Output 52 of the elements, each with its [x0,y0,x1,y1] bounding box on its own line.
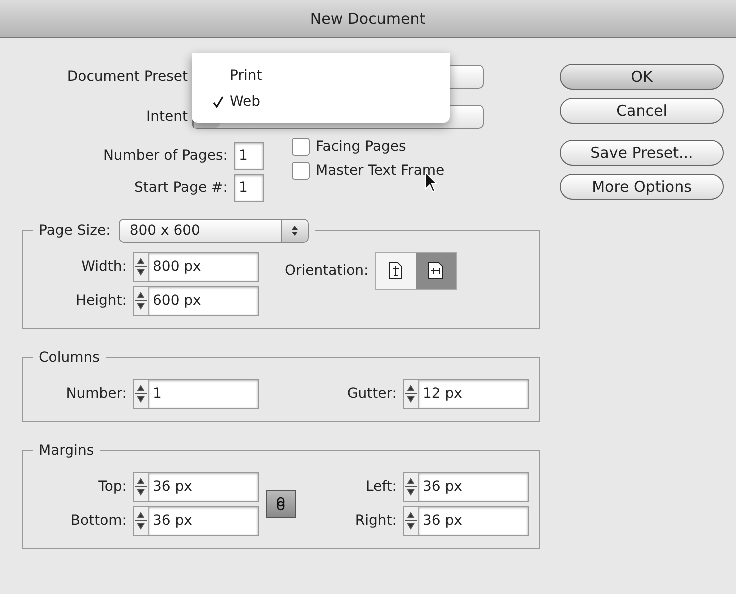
caret-icon [290,225,299,237]
field-label: Gutter: [346,386,398,402]
field-label: Intent [146,109,189,125]
dialog-button[interactable]: Save Preset... [560,140,724,166]
spin-field[interactable]: 36 px [133,472,259,502]
dialog-button[interactable]: OK [560,64,724,90]
checkbox-label: Facing Pages [316,139,406,155]
group-label: Page Size: [39,223,111,239]
spin-field[interactable]: 800 px [133,252,259,282]
portrait-page-icon [388,262,403,280]
field-label: Right: [354,513,398,529]
stepper-icon[interactable] [134,507,148,535]
dialog-button[interactable]: More Options [560,174,724,200]
menu-item[interactable]: Web [192,89,450,115]
chain-link-icon [277,497,285,511]
field-label: Number: [65,386,128,402]
stepper-icon[interactable] [404,473,418,501]
checkbox[interactable] [292,138,310,156]
spin-field[interactable]: 36 px [403,472,529,502]
page-size-dropdown[interactable]: 800 x 600 [118,219,309,243]
spin-field[interactable]: 600 px [133,286,259,316]
input-field[interactable]: 1 [234,174,264,202]
stepper-icon[interactable] [404,507,418,535]
window-title: New Document [310,10,426,28]
field-label: Orientation: [285,263,370,279]
checkbox[interactable] [292,162,310,180]
stepper-icon[interactable] [134,380,148,408]
stepper-icon[interactable] [134,253,148,281]
stepper-icon[interactable] [134,287,148,315]
spin-field[interactable]: 36 px [403,506,529,536]
dialog-button[interactable]: Cancel [560,98,724,124]
group-label: Columns [39,350,100,366]
link-button[interactable] [266,490,296,518]
field-label: Top: [98,479,128,495]
orientation-button[interactable] [416,253,456,289]
menu-item[interactable]: Print [192,63,450,89]
spin-field[interactable]: 36 px [133,506,259,536]
stepper-icon[interactable] [404,380,418,408]
spin-field[interactable]: 1 [133,379,259,409]
field-label: Bottom: [70,513,128,529]
spin-field[interactable]: 12 px [403,379,529,409]
landscape-page-icon [428,262,444,280]
input-field[interactable]: 1 [234,142,264,170]
field-label: Height: [75,293,128,309]
field-label: Left: [364,479,398,495]
field-label: Document Preset [66,69,189,85]
field-label: Width: [80,259,128,275]
group-label: Margins [39,443,94,459]
stepper-icon[interactable] [134,473,148,501]
field-label: Start Page #: [134,180,229,196]
field-label: Number of Pages: [102,148,229,164]
checkbox-label: Master Text Frame [316,163,445,179]
